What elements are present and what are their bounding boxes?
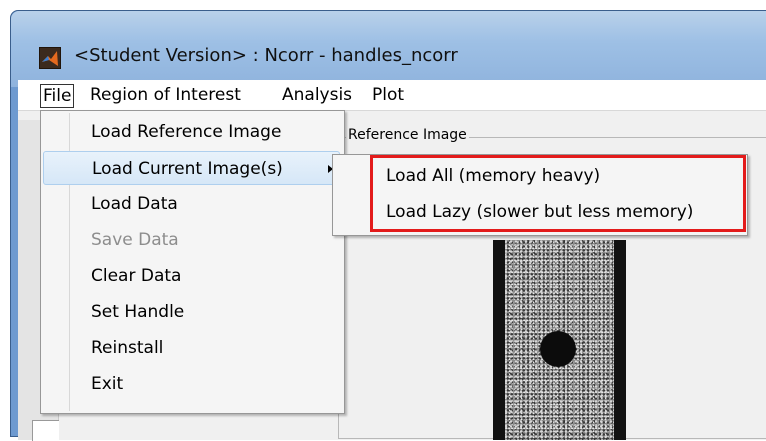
menu-item-load-current-images[interactable]: Load Current Image(s) bbox=[43, 151, 340, 185]
menu-item-label: Reinstall bbox=[91, 338, 164, 358]
menu-item-clear-data[interactable]: Clear Data bbox=[43, 259, 340, 293]
menu-plot[interactable]: Plot bbox=[370, 84, 406, 106]
menu-file[interactable]: File bbox=[40, 84, 75, 108]
file-menu-dropdown: Load Reference Image Load Current Image(… bbox=[40, 110, 345, 414]
menu-item-reinstall[interactable]: Reinstall bbox=[43, 331, 340, 365]
menu-item-set-handle[interactable]: Set Handle bbox=[43, 295, 340, 329]
reference-image-label: Reference Image bbox=[346, 127, 469, 143]
menu-item-save-data: Save Data bbox=[43, 223, 340, 257]
menu-item-label: Load Reference Image bbox=[91, 122, 282, 142]
menu-item-exit[interactable]: Exit bbox=[43, 367, 340, 401]
menu-item-label: Clear Data bbox=[91, 266, 182, 286]
title-bar: <Student Version> : Ncorr - handles_ncor… bbox=[11, 11, 766, 87]
menu-item-load-data[interactable]: Load Data bbox=[43, 187, 340, 221]
menu-item-label: Save Data bbox=[91, 230, 179, 250]
menu-region-of-interest[interactable]: Region of Interest bbox=[88, 84, 243, 106]
matlab-icon[interactable] bbox=[39, 47, 61, 69]
menu-item-label: Load Data bbox=[91, 194, 178, 214]
menu-analysis[interactable]: Analysis bbox=[280, 84, 354, 106]
menu-item-load-reference-image[interactable]: Load Reference Image bbox=[43, 115, 340, 149]
client-area: File Region of Interest Analysis Plot Re… bbox=[18, 80, 766, 441]
speckle-pattern bbox=[505, 240, 614, 440]
menu-bar: File Region of Interest Analysis Plot bbox=[18, 80, 766, 111]
reference-image-view bbox=[493, 240, 626, 440]
menu-item-label: Set Handle bbox=[91, 302, 185, 322]
menu-item-label: Exit bbox=[91, 374, 124, 394]
menu-item-label: Load Current Image(s) bbox=[92, 159, 283, 179]
window-title: <Student Version> : Ncorr - handles_ncor… bbox=[74, 45, 458, 66]
annotation-highlight-box bbox=[370, 155, 746, 232]
left-panel-control bbox=[32, 420, 59, 441]
specimen-hole bbox=[540, 331, 576, 367]
